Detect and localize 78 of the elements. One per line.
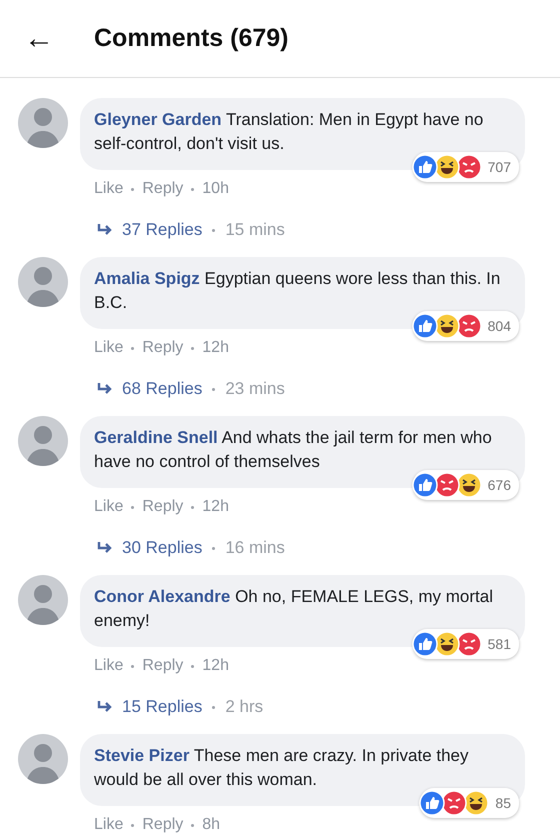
angry-face-icon: [441, 790, 468, 816]
reaction-count: 676: [488, 477, 511, 493]
comment-time: 8h: [202, 816, 220, 834]
separator-dot: [131, 824, 134, 826]
comment-time: 10h: [202, 180, 229, 198]
separator-dot: [191, 824, 194, 826]
replies-time: 15 mins: [225, 220, 285, 240]
comment-time: 12h: [202, 657, 229, 675]
comment-text: Geraldine Snell And whats the jail term for men who have no control of themselves: [94, 427, 493, 473]
comment-text: Conor Alexandre Oh no, FEMALE LEGS, my mortal enemy!: [94, 586, 494, 632]
laughing-face-icon: [434, 631, 460, 657]
angry-face-icon: [456, 313, 482, 339]
angry-face-icon: [456, 154, 482, 180]
reply-link[interactable]: Reply: [142, 657, 184, 675]
separator-dot: [131, 188, 134, 190]
reactions-pill[interactable]: 804: [412, 311, 519, 341]
like-link[interactable]: Like: [94, 498, 124, 516]
like-icon: [412, 631, 438, 657]
like-icon: [412, 154, 438, 180]
separator-dot: [191, 346, 194, 350]
replies-link[interactable]: 15 Replies: [122, 697, 202, 717]
replies-link[interactable]: 37 Replies: [122, 220, 202, 240]
separator-dot: [191, 188, 194, 190]
like-link[interactable]: Like: [94, 180, 124, 198]
reaction-count: 85: [495, 795, 511, 811]
laughing-face-icon: [456, 472, 482, 498]
reaction-count: 804: [488, 318, 511, 334]
laughing-face-icon: [434, 154, 460, 180]
separator-dot: [131, 346, 134, 350]
comment-text: Stevie Pizer These men are crazy. In private they would be all over this woman.: [94, 745, 470, 791]
comment-text: Gleyner Garden Translation: Men in Egypt have no self-control, don't visit us.: [94, 109, 484, 155]
angry-face-icon: [434, 472, 460, 498]
separator-dot: [191, 664, 194, 668]
like-icon: [419, 790, 446, 816]
replies-time: 23 mins: [225, 379, 285, 399]
like-icon: [412, 472, 438, 498]
reply-arrow-icon: [96, 223, 114, 237]
avatar: [18, 416, 68, 466]
reply-link[interactable]: Reply: [142, 816, 184, 834]
avatar: [18, 257, 68, 307]
laughing-face-icon: [434, 313, 460, 339]
avatar: [18, 98, 68, 148]
reaction-count: 707: [488, 159, 511, 175]
reply-link[interactable]: Reply: [142, 498, 184, 516]
reactions-pill[interactable]: 707: [412, 152, 519, 182]
separator-dot: [191, 506, 194, 508]
comment-text: Amalia Spigz Egyptian queens wore less than this. In B.C.: [94, 268, 502, 314]
reactions-pill[interactable]: 581: [412, 629, 519, 659]
laughing-face-icon: [463, 790, 490, 816]
replies-link[interactable]: 30 Replies: [122, 538, 202, 558]
separator-dot: [212, 228, 216, 232]
reply-arrow-icon: [96, 382, 114, 396]
like-link[interactable]: Like: [94, 339, 124, 357]
back-arrow[interactable]: ←: [24, 24, 54, 54]
angry-face-icon: [456, 631, 482, 657]
reply-link[interactable]: Reply: [142, 339, 184, 357]
reply-arrow-icon: [96, 700, 114, 714]
replies-link[interactable]: 68 Replies: [122, 379, 202, 399]
like-link[interactable]: Like: [94, 816, 124, 834]
like-icon: [412, 313, 438, 339]
reaction-count: 581: [488, 636, 511, 652]
separator-dot: [131, 664, 134, 668]
separator-dot: [212, 546, 216, 550]
reactions-pill[interactable]: 85: [420, 788, 519, 818]
avatar: [18, 575, 68, 625]
avatar: [18, 734, 68, 784]
separator-dot: [212, 388, 216, 390]
separator-dot: [131, 506, 134, 508]
comment-time: 12h: [202, 498, 229, 516]
reactions-pill[interactable]: 676: [412, 470, 519, 500]
replies-time: 2 hrs: [225, 697, 264, 717]
separator-dot: [212, 706, 216, 708]
comment-time: 12h: [202, 339, 229, 357]
page-title: Comments (679): [94, 24, 288, 53]
reply-arrow-icon: [96, 541, 114, 555]
like-link[interactable]: Like: [94, 657, 124, 675]
replies-time: 16 mins: [225, 538, 285, 558]
reply-link[interactable]: Reply: [142, 180, 184, 198]
